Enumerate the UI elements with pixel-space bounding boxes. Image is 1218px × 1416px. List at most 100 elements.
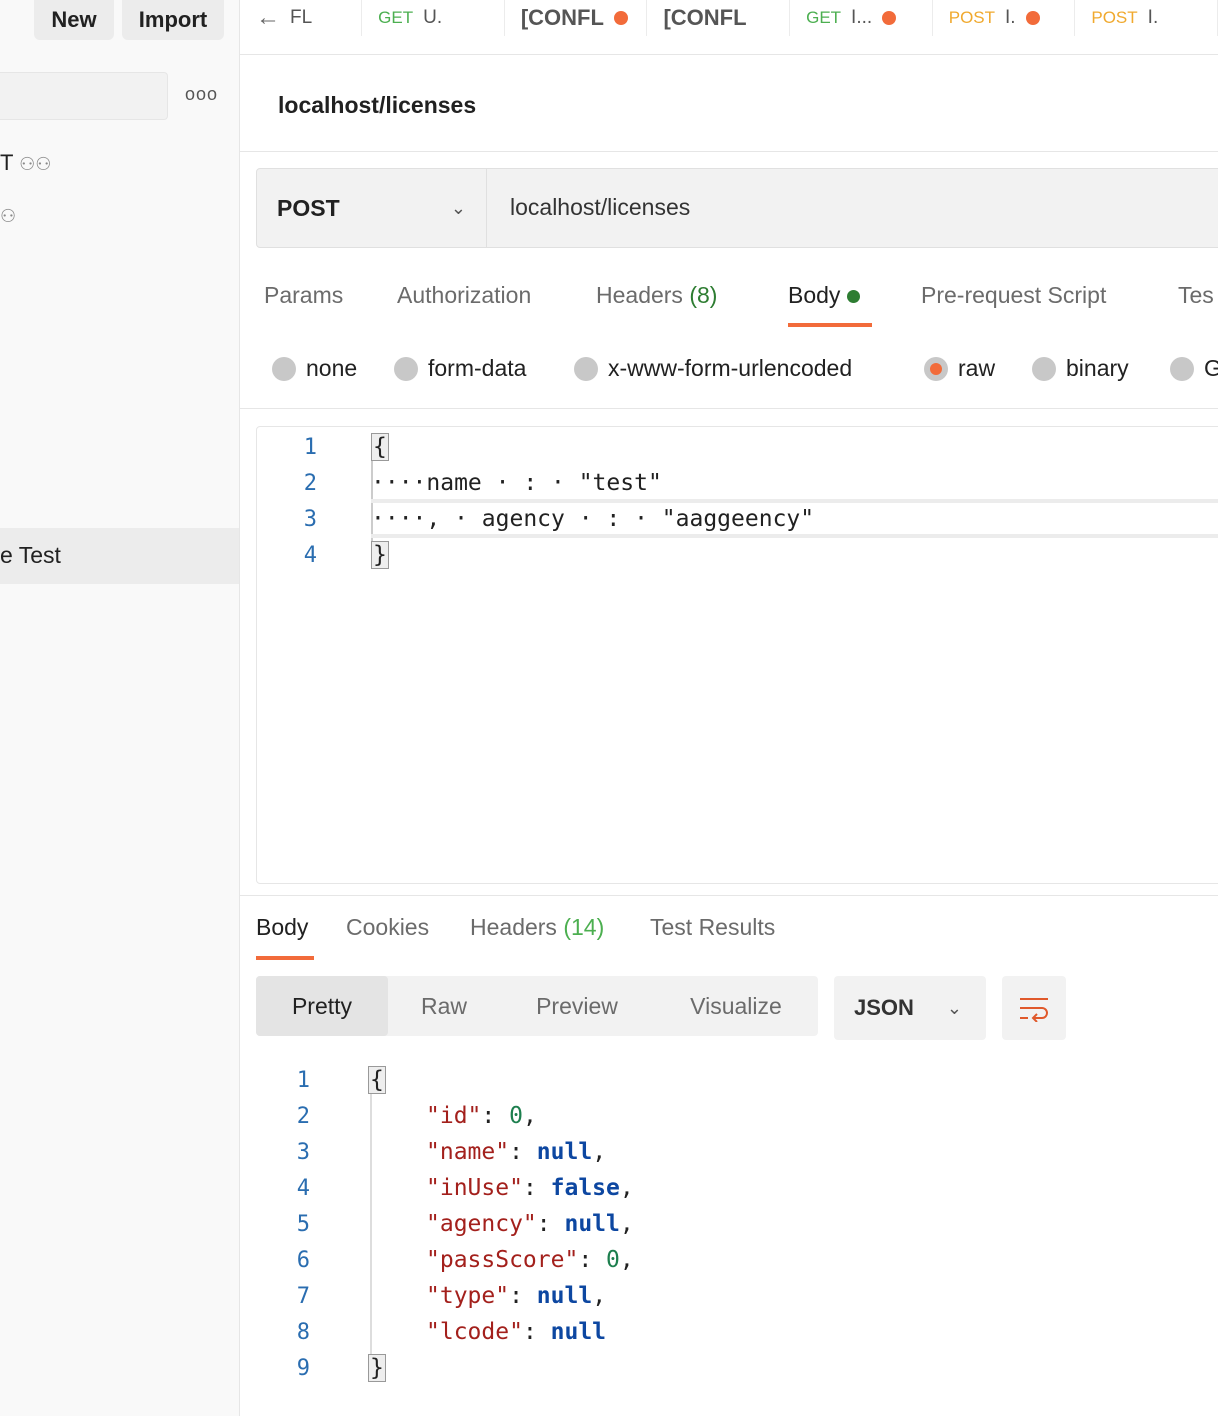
json-comma: ,	[619, 1247, 634, 1273]
json-key: "lcode"	[426, 1319, 523, 1345]
line-number: 4	[303, 542, 317, 568]
tab-headers[interactable]: Headers (8)	[596, 282, 717, 309]
url-input[interactable]: localhost/licenses	[510, 194, 690, 221]
tab-authorization[interactable]: Authorization	[397, 282, 531, 309]
tab-body[interactable]: Body	[788, 282, 860, 309]
unsaved-dot-icon	[613, 11, 628, 25]
resp-tab-body[interactable]: Body	[256, 914, 308, 941]
request-tab[interactable]: POST I.	[933, 0, 1076, 36]
radio-label: G	[1204, 355, 1218, 381]
pretty-button[interactable]: Pretty	[256, 976, 388, 1036]
url-bar: POST ⌄ localhost/licenses	[256, 168, 1218, 248]
sidebar-workspace[interactable]: T ⚇⚇	[0, 150, 51, 176]
method-select[interactable]: POST ⌄	[257, 169, 487, 247]
format-select[interactable]: JSON ⌄	[834, 976, 986, 1040]
request-title[interactable]: localhost/licenses	[278, 92, 476, 119]
request-tab[interactable]: GET U.	[362, 0, 505, 36]
radio-icon	[1170, 356, 1194, 381]
line-number: 8	[296, 1319, 310, 1345]
json-entry: "id": 0,	[426, 1103, 537, 1129]
request-tab[interactable]: GET I...	[790, 0, 933, 36]
back-arrow-icon[interactable]: ←	[256, 4, 280, 32]
json-value: false	[550, 1175, 620, 1201]
request-body-editor[interactable]: 1{ 2 ····name · : · "test" 3 ····, · agency …	[256, 426, 1218, 884]
radio-graphql[interactable]: G	[1170, 355, 1218, 382]
request-tab[interactable]: [CONFL	[505, 0, 648, 36]
line-number: 2	[303, 470, 317, 496]
json-entry: "agency": null,	[426, 1211, 634, 1237]
radio-label: none	[306, 355, 358, 381]
method-badge: POST	[948, 8, 996, 27]
tab-prerequest[interactable]: Pre-request Script	[921, 282, 1106, 309]
radio-selected-icon	[924, 356, 948, 381]
json-key: "id"	[426, 1103, 482, 1129]
radio-form-data[interactable]: form-data	[394, 355, 526, 382]
code-line: 5 "agency": null,	[274, 1208, 634, 1240]
search-input[interactable]	[0, 72, 168, 120]
active-tab-indicator	[788, 323, 872, 327]
method-label: POST	[277, 194, 340, 221]
resp-tab-tests[interactable]: Test Results	[650, 914, 775, 941]
radio-binary[interactable]: binary	[1032, 355, 1129, 382]
sidebar-item-selected[interactable]: e Test	[0, 528, 239, 584]
divider	[240, 895, 1218, 896]
code-line: 3 ····, · agency · : · "aaggeency"	[277, 503, 814, 535]
chevron-down-icon: ⌄	[450, 197, 466, 218]
resp-tab-cookies[interactable]: Cookies	[346, 914, 429, 941]
divider	[240, 408, 1218, 409]
json-key: "agency"	[426, 1211, 537, 1237]
tab-label: I.	[1005, 7, 1016, 28]
headers-count: (8)	[689, 282, 718, 308]
line-number: 1	[296, 1067, 310, 1093]
json-value: 0	[509, 1103, 523, 1129]
code-text: ····name · : · "test"	[371, 470, 662, 496]
code-line: 3 "name": null,	[274, 1136, 606, 1168]
body-label: Body	[788, 282, 841, 308]
json-key: "passScore"	[426, 1247, 579, 1273]
preview-button[interactable]: Preview	[500, 993, 654, 1020]
code-line: 2 ····name · : · "test"	[277, 467, 662, 499]
modified-dot-icon	[846, 290, 860, 303]
request-tab[interactable]: ← FL	[240, 0, 363, 36]
json-key: "inUse"	[426, 1175, 523, 1201]
new-button[interactable]: New	[34, 0, 114, 40]
unsaved-dot-icon	[882, 11, 897, 25]
code-line: 4}	[277, 539, 389, 571]
response-body: 1{2 "id": 0, 3 "name": null, 4 "inUse": false…	[256, 1060, 1216, 1400]
view-mode-group: Pretty Raw Preview Visualize	[256, 976, 818, 1036]
method-badge: GET	[806, 8, 842, 27]
radio-label: binary	[1066, 355, 1129, 381]
request-tab[interactable]: POST I.	[1075, 0, 1218, 36]
request-tabs: ← FL GET U. [CONFL [CONFL GET I... POST I. POST I.	[240, 0, 1218, 55]
json-comma: ,	[619, 1175, 634, 1201]
json-entry: "type": null,	[426, 1283, 607, 1309]
radio-urlencoded[interactable]: x-www-form-urlencoded	[574, 355, 852, 382]
wrap-lines-button[interactable]	[1002, 976, 1066, 1040]
more-icon[interactable]: ooo	[185, 84, 218, 105]
tab-tests[interactable]: Tes	[1178, 282, 1214, 309]
unsaved-dot-icon	[1025, 11, 1040, 25]
json-key: "type"	[426, 1283, 510, 1309]
tab-label: FL	[290, 7, 313, 28]
json-comma: ,	[592, 1283, 607, 1309]
resp-tab-headers[interactable]: Headers (14)	[470, 914, 604, 941]
json-value: 0	[606, 1247, 620, 1273]
request-tab[interactable]: [CONFL	[647, 0, 791, 36]
raw-button[interactable]: Raw	[388, 993, 500, 1020]
brace: }	[368, 1354, 386, 1382]
code-line: 2 "id": 0,	[274, 1100, 537, 1132]
visualize-button[interactable]: Visualize	[654, 993, 818, 1020]
headers-label: Headers	[470, 914, 557, 940]
json-value: null	[536, 1283, 593, 1309]
brace: {	[368, 1066, 386, 1094]
line-number: 9	[296, 1355, 310, 1381]
json-value: null	[536, 1139, 593, 1165]
import-button[interactable]: Import	[122, 0, 224, 40]
radio-none[interactable]: none	[272, 355, 357, 382]
radio-label: form-data	[428, 355, 527, 381]
tab-params[interactable]: Params	[264, 282, 343, 309]
line-number: 6	[296, 1247, 310, 1273]
code-line: 1{	[277, 431, 389, 463]
tab-label: U.	[423, 7, 443, 28]
radio-raw[interactable]: raw	[924, 355, 995, 382]
